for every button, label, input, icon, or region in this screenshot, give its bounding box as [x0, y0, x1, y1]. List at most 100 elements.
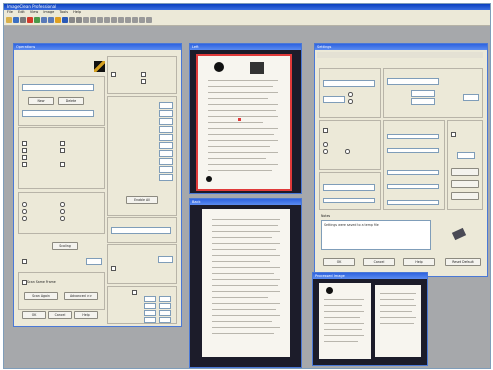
rotate-checkbox[interactable]: [22, 141, 27, 146]
despeckle-icon[interactable]: [111, 17, 117, 23]
brightness-slider-3[interactable]: [387, 170, 439, 175]
preview-checkbox[interactable]: [22, 259, 27, 264]
param-field-8[interactable]: [159, 158, 173, 165]
brightness-slider-1[interactable]: [387, 134, 439, 139]
scaling-button[interactable]: Scaling: [52, 242, 78, 250]
hand-icon[interactable]: [146, 17, 152, 23]
advanced-button[interactable]: Advanced >>: [64, 292, 98, 300]
param-field-7[interactable]: [159, 150, 173, 157]
deskew-checkbox[interactable]: [22, 148, 27, 153]
save-icon[interactable]: [13, 17, 19, 23]
undo-icon[interactable]: [41, 17, 47, 23]
profile-select[interactable]: [22, 84, 94, 91]
flip-icon[interactable]: [132, 17, 138, 23]
print-icon[interactable]: [20, 17, 26, 23]
crop-select[interactable]: [111, 227, 171, 234]
border-checkbox[interactable]: [22, 162, 27, 167]
enable-all-button[interactable]: Enable All: [126, 196, 158, 204]
image-quality-checkbox[interactable]: [323, 128, 328, 133]
rotate-icon[interactable]: [69, 17, 75, 23]
invert-checkbox[interactable]: [60, 141, 65, 146]
filter-slider[interactable]: [323, 198, 375, 203]
deskew-icon[interactable]: [104, 17, 110, 23]
redo-icon[interactable]: [48, 17, 54, 23]
stop-icon[interactable]: [27, 17, 33, 23]
reset-default-button[interactable]: Reset Default: [445, 258, 481, 266]
dpi-field[interactable]: [463, 94, 479, 101]
edge-field-2[interactable]: [144, 303, 156, 309]
height-field[interactable]: [411, 98, 435, 105]
brightness-slider-5[interactable]: [387, 200, 439, 205]
param-field-5[interactable]: [159, 134, 173, 141]
crop-checkbox[interactable]: [60, 148, 65, 153]
adv-option-3[interactable]: [141, 79, 146, 84]
side-button-1[interactable]: [451, 168, 479, 176]
width-field[interactable]: [411, 90, 435, 97]
resolution-field[interactable]: [323, 96, 345, 103]
param-field-9[interactable]: [159, 166, 173, 173]
scan-icon[interactable]: [34, 17, 40, 23]
settings-icon[interactable]: [55, 17, 61, 23]
menu-tools[interactable]: Tools: [59, 10, 68, 14]
length-field[interactable]: [86, 258, 102, 265]
param-field-2[interactable]: [159, 110, 173, 117]
crop-icon[interactable]: [76, 17, 82, 23]
dropout-checkbox[interactable]: [111, 266, 116, 271]
fit-icon[interactable]: [97, 17, 103, 23]
new-button[interactable]: New: [28, 97, 54, 105]
edge-checkbox[interactable]: [132, 290, 137, 295]
dialog-cancel-button[interactable]: Cancel: [363, 258, 395, 266]
edge-field-3[interactable]: [144, 310, 156, 316]
variable-radio[interactable]: [22, 209, 27, 214]
open-icon[interactable]: [6, 17, 12, 23]
zoom-in-icon[interactable]: [83, 17, 89, 23]
param-field-3[interactable]: [159, 118, 173, 125]
processed-page-1[interactable]: [319, 283, 371, 359]
menu-edit[interactable]: Edit: [18, 10, 25, 14]
param-field-4[interactable]: [159, 126, 173, 133]
param-field-6[interactable]: [159, 142, 173, 149]
border-icon[interactable]: [118, 17, 124, 23]
param-field-1[interactable]: [159, 102, 173, 109]
scan-again-button[interactable]: Scan Again: [24, 292, 58, 300]
legal-radio[interactable]: [60, 209, 65, 214]
color-radio[interactable]: [345, 149, 350, 154]
edge-field-4[interactable]: [144, 317, 156, 323]
scan-same-frame-checkbox[interactable]: [22, 280, 27, 285]
side-button-3[interactable]: [451, 192, 479, 200]
invert-icon[interactable]: [125, 17, 131, 23]
select-icon[interactable]: [139, 17, 145, 23]
delete-button[interactable]: Delete: [58, 97, 84, 105]
gray-radio[interactable]: [323, 149, 328, 154]
zoom-out-icon[interactable]: [90, 17, 96, 23]
param-field-10[interactable]: [159, 174, 173, 181]
notes-textarea[interactable]: Settings were saved to a temp file: [321, 220, 431, 250]
help-button[interactable]: Help: [74, 311, 98, 319]
letter-radio[interactable]: [60, 202, 65, 207]
fixed-radio[interactable]: [22, 202, 27, 207]
operation-select[interactable]: [22, 110, 94, 117]
filter-select[interactable]: [323, 184, 375, 191]
menu-file[interactable]: File: [7, 10, 13, 14]
menu-help[interactable]: Help: [73, 10, 81, 14]
ok-button[interactable]: OK: [22, 311, 46, 319]
auto-radio[interactable]: [60, 216, 65, 221]
processed-page-2[interactable]: [375, 285, 421, 357]
despeckle-checkbox[interactable]: [22, 155, 27, 160]
quality-select[interactable]: [387, 78, 439, 85]
side-field[interactable]: [457, 152, 475, 159]
adv-option-2[interactable]: [141, 72, 146, 77]
menu-image[interactable]: Image: [43, 10, 54, 14]
dialog-help-button[interactable]: Help: [403, 258, 435, 266]
help-icon[interactable]: [62, 17, 68, 23]
document-page[interactable]: [196, 54, 292, 191]
portrait-radio[interactable]: [348, 92, 353, 97]
back-document-page[interactable]: [202, 209, 290, 357]
brightness-slider-4[interactable]: [387, 184, 439, 189]
side-button-2[interactable]: [451, 180, 479, 188]
bw-radio[interactable]: [323, 142, 328, 147]
display-checkbox[interactable]: [60, 162, 65, 167]
edge-field-1[interactable]: [144, 296, 156, 302]
dialog-ok-button[interactable]: OK: [323, 258, 355, 266]
menu-view[interactable]: View: [30, 10, 38, 14]
